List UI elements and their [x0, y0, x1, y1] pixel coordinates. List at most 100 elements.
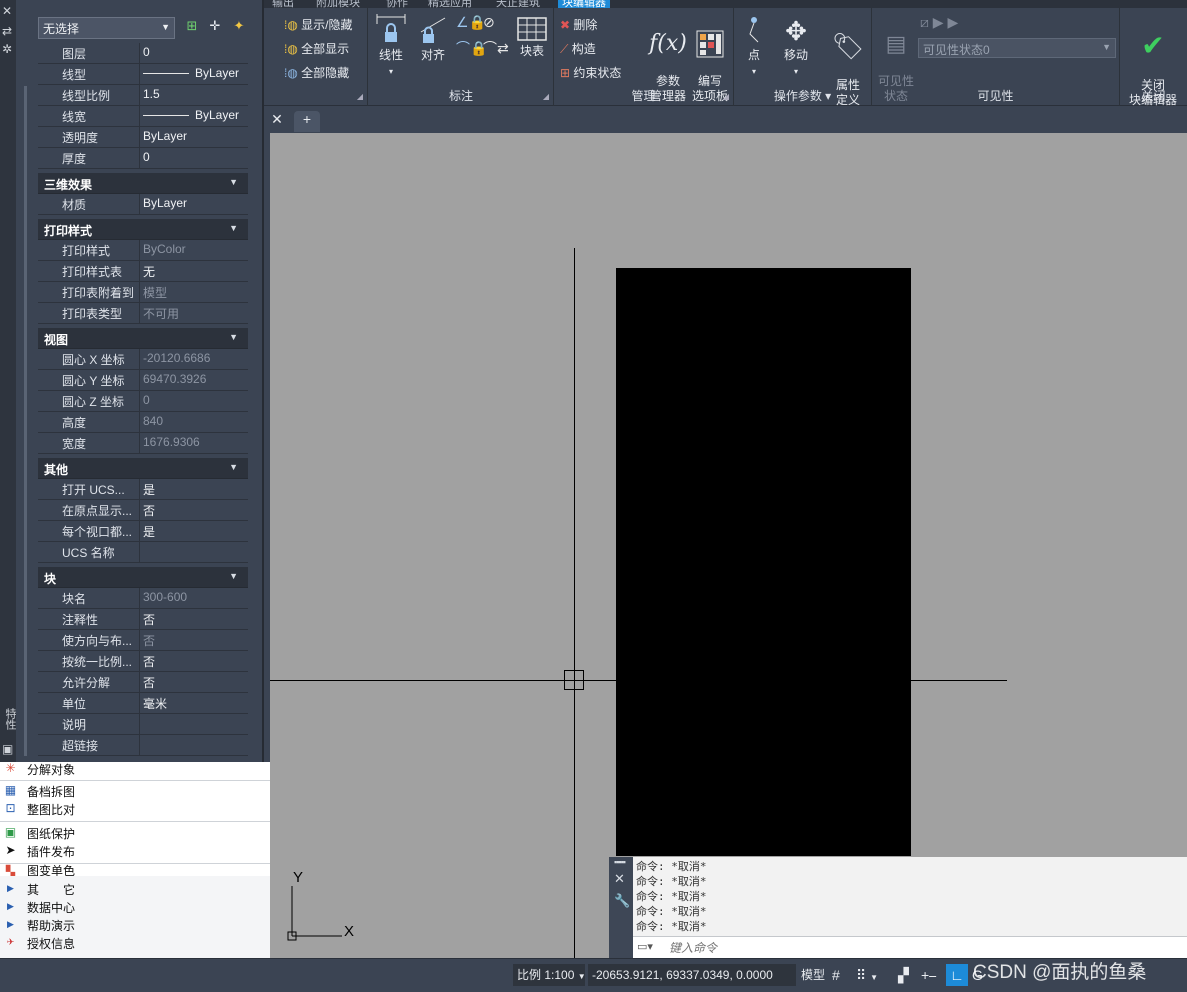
property-value[interactable]: 1.5: [141, 85, 248, 105]
tool-compare-drawings[interactable]: ⊡ 整图比对: [0, 800, 270, 818]
radius-constraint-button[interactable]: ⊘: [483, 14, 495, 31]
close-tab-icon[interactable]: ✕: [264, 111, 290, 132]
dynamic-input-toggle[interactable]: +⎯: [921, 964, 936, 986]
property-row[interactable]: 圆心 Y 坐标 69470.3926: [38, 370, 248, 391]
palette-panel-icon[interactable]: ▣: [2, 742, 13, 756]
nav-data-center[interactable]: ▶ 数据中心: [0, 898, 270, 916]
section-plot-style[interactable]: 打印样式 ▼: [38, 219, 248, 240]
property-value[interactable]: ByLayer: [141, 64, 248, 84]
wrench-icon[interactable]: 🔧: [614, 893, 630, 909]
visibility-state-dropdown[interactable]: 可见性状态0 ▼: [918, 38, 1116, 58]
close-icon[interactable]: ✕: [2, 4, 12, 18]
grip-icon[interactable]: ▪▪▪▪▪: [614, 857, 626, 867]
manage-expand-icon[interactable]: ◢: [723, 92, 729, 101]
property-value[interactable]: [141, 714, 248, 734]
property-value[interactable]: 是: [141, 521, 248, 541]
property-value[interactable]: ByColor: [141, 240, 248, 260]
property-value[interactable]: 0: [141, 148, 248, 168]
property-row[interactable]: 打印表附着到 模型: [38, 282, 248, 303]
new-tab-button[interactable]: +: [294, 111, 320, 132]
property-value[interactable]: 否: [141, 630, 248, 650]
constraint-state-button[interactable]: ⊞ 约束状态: [560, 64, 621, 81]
grid-toggle[interactable]: #: [832, 964, 840, 986]
property-row[interactable]: 材质 ByLayer: [38, 194, 248, 215]
property-row[interactable]: 超链接: [38, 735, 248, 756]
property-value[interactable]: 否: [141, 651, 248, 671]
ortho-toggle[interactable]: ∟: [946, 964, 968, 986]
visibility-mode-icons[interactable]: ⧄ ▶ ▶: [920, 14, 958, 31]
property-value[interactable]: 300-600: [141, 588, 248, 608]
tab-output[interactable]: 输出: [272, 0, 294, 8]
coordinates-display[interactable]: -20653.9121, 69337.0349, 0.0000: [588, 964, 796, 986]
section-3d-effects[interactable]: 三维效果 ▼: [38, 173, 248, 194]
tool-archive-split[interactable]: ▦ 备档拆图: [0, 782, 270, 800]
drawing-canvas[interactable]: Y X: [270, 133, 1187, 958]
action-parameters-title[interactable]: 操作参数 ▾: [734, 87, 871, 104]
property-row[interactable]: 打印样式表无: [38, 261, 248, 282]
group-expand-icon[interactable]: ◢: [357, 92, 363, 101]
linear-button[interactable]: 线性 ▾: [374, 14, 408, 79]
property-row[interactable]: 块名 300-600: [38, 588, 248, 609]
property-value[interactable]: 1676.9306: [141, 433, 248, 453]
toggle-pickadd-icon[interactable]: ⊞: [183, 18, 201, 36]
property-row[interactable]: 使方向与布... 否: [38, 630, 248, 651]
command-input[interactable]: [669, 939, 1169, 956]
block-table-button[interactable]: 块表: [514, 16, 550, 59]
nav-help-demo[interactable]: ▶ 帮助演示: [0, 916, 270, 934]
property-value[interactable]: 0: [141, 391, 248, 411]
property-value[interactable]: ByLayer: [141, 194, 248, 214]
tool-monochrome[interactable]: ▚ 图变单色: [0, 864, 270, 876]
property-value[interactable]: 模型: [141, 282, 248, 302]
property-row[interactable]: 图层 0: [38, 43, 248, 64]
autohide-icon[interactable]: ⇄: [2, 24, 12, 38]
property-value[interactable]: 840: [141, 412, 248, 432]
quick-select-icon[interactable]: ✦: [230, 18, 248, 36]
property-row[interactable]: 允许分解否: [38, 672, 248, 693]
property-value[interactable]: [141, 542, 248, 562]
palette-titlebar[interactable]: ✕ ⇄ ✲ 特性 ▣: [0, 0, 16, 762]
property-row[interactable]: 打开 UCS... 是: [38, 479, 248, 500]
tab-addins[interactable]: 附加模块: [316, 0, 360, 8]
property-row[interactable]: 线型 ByLayer: [38, 64, 248, 85]
property-value[interactable]: ByLayer: [141, 106, 248, 126]
tool-drawing-protect[interactable]: ▣ 图纸保护: [0, 824, 270, 842]
move-action-button[interactable]: ✥ 移动 ▾: [778, 14, 814, 79]
property-row[interactable]: 在原点显示... 否: [38, 500, 248, 521]
property-row[interactable]: 圆心 Z 坐标 0: [38, 391, 248, 412]
section-view[interactable]: 视图 ▼: [38, 328, 248, 349]
tab-tangent[interactable]: 天正建筑: [496, 0, 540, 8]
property-row[interactable]: 按统一比例... 否: [38, 651, 248, 672]
property-value[interactable]: 0: [141, 43, 248, 63]
property-row[interactable]: 线型比例 1.5: [38, 85, 248, 106]
property-row[interactable]: UCS 名称: [38, 542, 248, 563]
property-row[interactable]: 圆心 X 坐标 -20120.6686: [38, 349, 248, 370]
property-row[interactable]: 透明度 ByLayer: [38, 127, 248, 148]
tab-collaborate[interactable]: 协作: [386, 0, 408, 8]
property-row[interactable]: 单位 毫米: [38, 693, 248, 714]
property-value[interactable]: 无: [141, 261, 248, 281]
show-all-button[interactable]: ⁞◍ 全部显示: [284, 40, 349, 57]
property-value[interactable]: ByLayer: [141, 127, 248, 147]
property-value[interactable]: 否: [141, 500, 248, 520]
convert-constraint-button[interactable]: ⌒⇄: [483, 38, 509, 58]
snap-toggle[interactable]: ⠿ ▼: [856, 964, 878, 986]
property-row[interactable]: 宽度 1676.9306: [38, 433, 248, 454]
show-hide-button[interactable]: ⁞◍ 显示/隐藏: [284, 16, 353, 33]
palette-settings-icon[interactable]: ✲: [2, 42, 12, 56]
tool-explode-objects[interactable]: ✳ 分解对象: [0, 760, 270, 778]
palette-scrollbar[interactable]: [24, 86, 27, 756]
selection-dropdown[interactable]: 无选择 ▼: [38, 17, 175, 39]
property-value[interactable]: 是: [141, 479, 248, 499]
aligned-button[interactable]: 对齐: [416, 14, 450, 63]
angular-constraint-button[interactable]: ∠🔒: [456, 14, 486, 31]
property-value[interactable]: -20120.6686: [141, 349, 248, 369]
property-value[interactable]: [141, 735, 248, 755]
tool-plugin-publish[interactable]: ➤ 插件发布: [0, 842, 270, 860]
infer-constraints-toggle[interactable]: ▞: [898, 964, 909, 986]
property-row[interactable]: 说明: [38, 714, 248, 735]
prompt-icon[interactable]: ▭▾: [637, 940, 653, 953]
section-misc[interactable]: 其他 ▼: [38, 458, 248, 479]
delete-button[interactable]: ✖ 删除: [560, 16, 597, 33]
command-window-handle[interactable]: ▪▪▪▪▪ ✕ 🔧: [609, 857, 633, 958]
select-objects-icon[interactable]: ✛: [206, 18, 224, 36]
